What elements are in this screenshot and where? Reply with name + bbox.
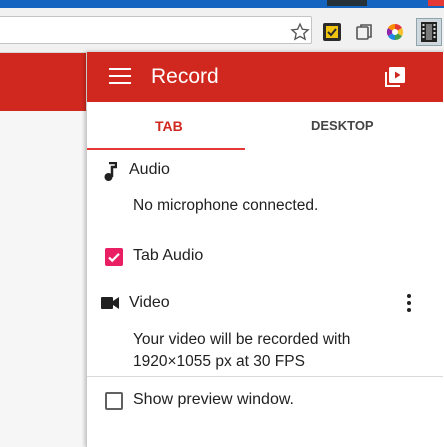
color-circle-icon[interactable] [385,22,405,42]
more-vert-icon[interactable] [407,294,411,317]
window-icon[interactable] [354,22,374,42]
active-tab-indicator [87,148,245,150]
preview-window-label[interactable]: Show preview window. [133,391,294,409]
music-note-icon [103,161,118,187]
microphone-status: No microphone connected. [133,197,319,214]
address-bar[interactable] [0,16,312,44]
video-info-line2: 1920×1055 px at 30 FPS [133,353,305,370]
section-divider [87,376,443,377]
browser-toolbar [0,8,444,53]
popup-title: Record [151,65,219,88]
record-popup: Record TAB DESKTOP Audio No microphone c… [86,52,444,447]
video-info-line1: Your video will be recorded with [133,331,351,348]
tab-tab[interactable]: TAB [155,118,183,134]
film-icon[interactable] [416,18,442,46]
browser-tab-close-area[interactable] [428,0,444,6]
recordings-icon[interactable] [384,66,406,88]
browser-tab[interactable] [327,0,367,6]
preview-window-checkbox[interactable] [105,392,123,410]
tab-desktop[interactable]: DESKTOP [311,118,374,133]
videocam-icon [101,296,119,314]
tab-audio-label[interactable]: Tab Audio [133,247,203,265]
mode-tabs: TAB DESKTOP [87,102,443,152]
menu-icon[interactable] [109,68,131,86]
audio-label: Audio [129,161,170,178]
star-icon[interactable] [290,22,310,42]
popup-header: Record [87,52,443,102]
browser-top-strip [0,0,444,8]
extension-icon[interactable] [322,22,342,42]
video-label: Video [129,294,170,311]
tab-audio-checkbox[interactable] [105,248,123,266]
